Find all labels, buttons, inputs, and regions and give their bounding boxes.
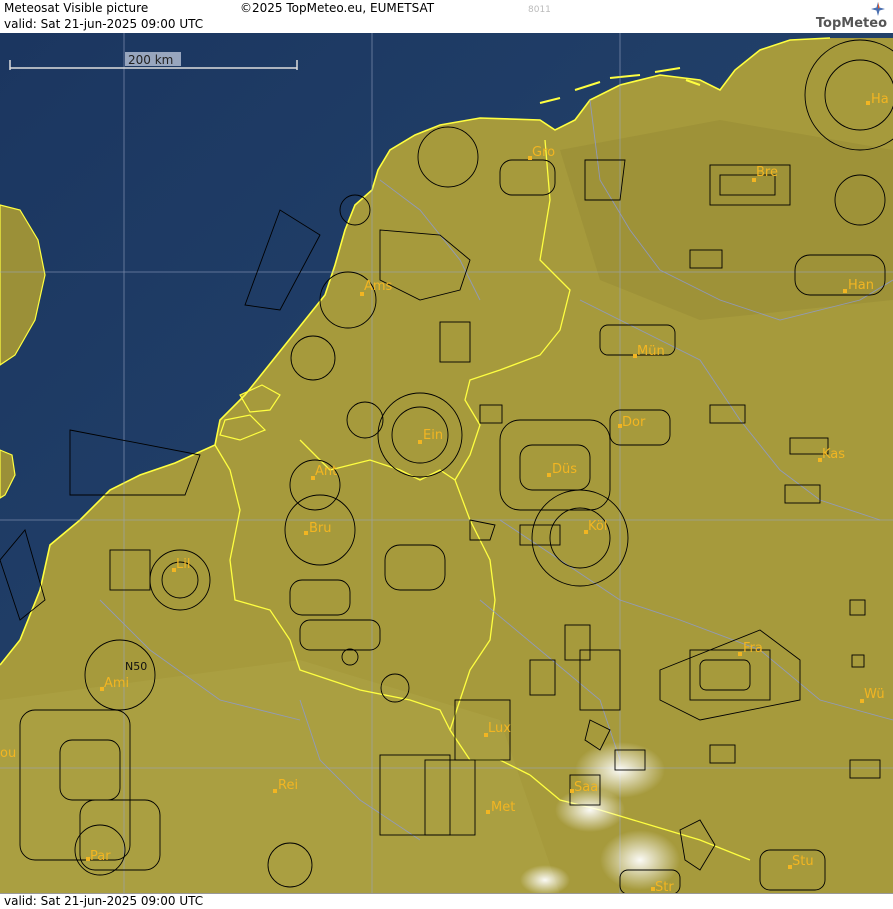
city-dot bbox=[738, 652, 742, 656]
city-label: Saa bbox=[574, 780, 598, 795]
city-label: Han bbox=[848, 278, 874, 293]
city-dot bbox=[486, 810, 490, 814]
city-label: Str bbox=[655, 880, 674, 894]
compass-logo-icon bbox=[871, 2, 885, 16]
city-ou: ou bbox=[0, 746, 16, 761]
valid-time-top: valid: Sat 21-jun-2025 09:00 UTC bbox=[4, 17, 204, 31]
city-label: Bru bbox=[309, 521, 332, 536]
city-dot bbox=[866, 101, 870, 105]
city-label: Stu bbox=[792, 854, 814, 869]
city-ant: Ant bbox=[311, 464, 337, 480]
city-saa: Saa bbox=[570, 780, 598, 795]
city-label: Met bbox=[491, 800, 515, 815]
city-ams: Ams bbox=[360, 279, 393, 296]
city-label: Fra bbox=[743, 641, 763, 656]
city-ami: Ami bbox=[100, 676, 129, 691]
city-label: Köl bbox=[588, 519, 607, 534]
city-label: Wü bbox=[864, 687, 885, 702]
city-par: Par bbox=[86, 849, 111, 864]
city-lux: Lux bbox=[484, 721, 511, 737]
city-met: Met bbox=[486, 800, 515, 815]
city-label: Rei bbox=[278, 778, 298, 793]
image-title: Meteosat Visible picture bbox=[4, 1, 149, 15]
city-label: Bre bbox=[756, 165, 778, 180]
city-bre: Bre bbox=[752, 165, 778, 182]
city-label: Düs bbox=[552, 462, 577, 477]
city-label: Ein bbox=[423, 428, 443, 443]
city-label: Ams bbox=[364, 279, 393, 294]
scale-label: 200 km bbox=[128, 53, 173, 67]
meteo-viewer: Meteosat Visible picture valid: Sat 21-j… bbox=[0, 0, 893, 909]
city-label: Kas bbox=[822, 447, 845, 462]
brand-logo[interactable]: TopMeteo bbox=[816, 16, 887, 31]
city-label: Par bbox=[90, 849, 111, 864]
city-gro: Gro bbox=[528, 145, 555, 160]
city-wu: Wü bbox=[860, 687, 885, 703]
city-kol: Köl bbox=[584, 519, 607, 534]
header-bar: Meteosat Visible picture valid: Sat 21-j… bbox=[0, 0, 893, 34]
city-dot bbox=[418, 440, 422, 444]
city-dot bbox=[304, 531, 308, 535]
satellite-map[interactable]: 200 km N50 Gro Bre Ha Ams Han Mün Ein Do… bbox=[0, 33, 893, 894]
city-dot bbox=[843, 289, 847, 293]
city-dot bbox=[547, 473, 551, 477]
city-kas: Kas bbox=[818, 447, 845, 462]
city-label: Gro bbox=[532, 145, 555, 160]
city-han: Han bbox=[843, 278, 874, 293]
copyright-text: ©2025 TopMeteo.eu, EUMETSAT bbox=[240, 1, 435, 15]
airspace-label: N50 bbox=[125, 660, 147, 673]
city-label: Ami bbox=[104, 676, 129, 691]
city-label: Ant bbox=[315, 464, 337, 479]
image-code: 8011 bbox=[528, 5, 551, 15]
city-str: Str bbox=[651, 880, 674, 894]
city-dus: Düs bbox=[547, 462, 577, 477]
city-label: Mün bbox=[637, 344, 665, 359]
city-label: Dor bbox=[622, 415, 646, 430]
city-mun: Mün bbox=[633, 344, 665, 359]
city-dor: Dor bbox=[618, 415, 646, 430]
city-stu: Stu bbox=[788, 854, 814, 869]
footer-bar: valid: Sat 21-jun-2025 09:00 UTC bbox=[0, 893, 893, 909]
city-label: Lil bbox=[176, 557, 190, 572]
valid-time-bottom: valid: Sat 21-jun-2025 09:00 UTC bbox=[4, 894, 204, 908]
city-dot bbox=[273, 789, 277, 793]
city-label: Ha bbox=[871, 92, 889, 107]
city-bru: Bru bbox=[304, 521, 332, 536]
city-label: Lux bbox=[488, 721, 511, 736]
city-label: ou bbox=[0, 746, 16, 761]
